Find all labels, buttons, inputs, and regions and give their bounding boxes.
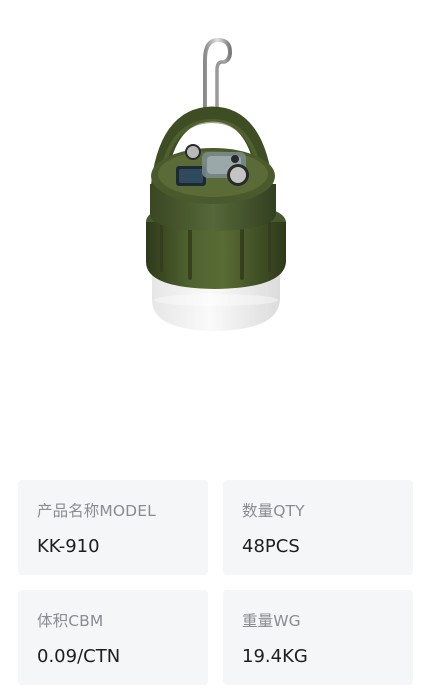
spec-grid: 产品名称MODEL KK-910 数量QTY 48PCS 体积CBM 0.09/…: [18, 480, 413, 685]
spec-card-model: 产品名称MODEL KK-910: [18, 480, 208, 575]
spec-value-model: KK-910: [37, 536, 100, 557]
spec-label-qty: 数量QTY: [242, 502, 305, 520]
spec-value-qty: 48PCS: [242, 536, 300, 557]
spec-value-cbm: 0.09/CTN: [37, 646, 121, 667]
spec-card-qty: 数量QTY 48PCS: [223, 480, 413, 575]
spec-label-model: 产品名称MODEL: [37, 502, 156, 520]
spec-label-weight: 重量WG: [242, 612, 301, 630]
spec-value-weight: 19.4KG: [242, 646, 308, 667]
spec-label-cbm: 体积CBM: [37, 612, 104, 630]
product-image: [0, 0, 431, 460]
spec-card-cbm: 体积CBM 0.09/CTN: [18, 590, 208, 685]
spec-card-weight: 重量WG 19.4KG: [223, 590, 413, 685]
lantern-image: [146, 37, 286, 331]
